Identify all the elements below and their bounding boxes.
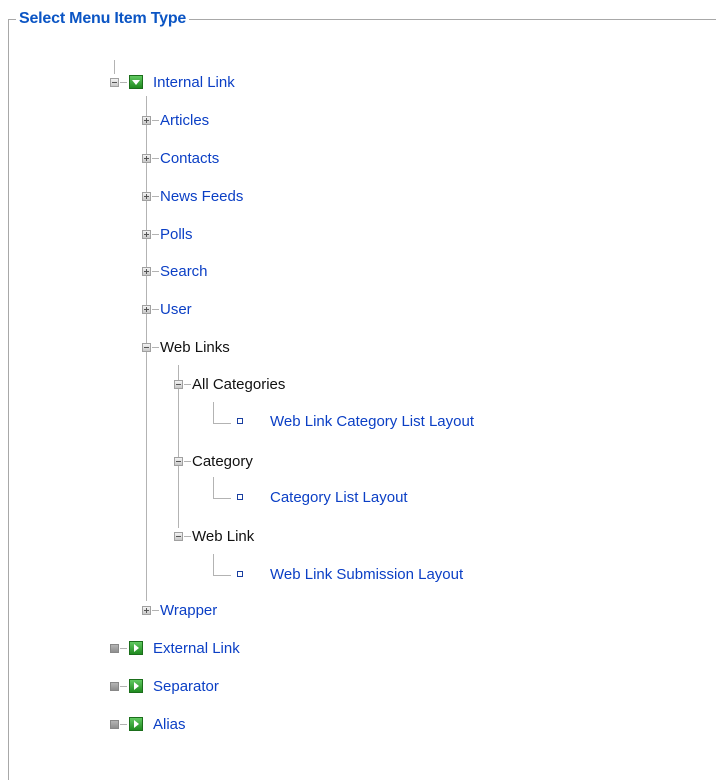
tree-connector [152, 195, 159, 197]
tree-node-all-categories[interactable]: All Categories [174, 373, 285, 395]
tree-node-web-links[interactable]: Web Links [142, 336, 230, 358]
tree-leaf-category-list-layout[interactable]: Category List Layout [237, 486, 408, 508]
expand-icon[interactable] [110, 681, 119, 691]
expand-icon[interactable] [142, 115, 151, 125]
tree-node-contacts[interactable]: Contacts [142, 147, 219, 169]
tree-label-news-feeds[interactable]: News Feeds [160, 188, 243, 205]
leaf-square-icon [237, 571, 243, 577]
tree-guide-line [213, 575, 231, 576]
tree-node-news-feeds[interactable]: News Feeds [142, 185, 243, 207]
tree-node-alias[interactable]: Alias [110, 713, 186, 735]
expand-icon[interactable] [110, 719, 119, 729]
expand-icon[interactable] [142, 153, 151, 163]
tree-node-web-link[interactable]: Web Link [174, 525, 254, 547]
tree-connector [184, 383, 191, 385]
expand-icon[interactable] [142, 605, 151, 615]
fieldset-legend: Select Menu Item Type [16, 8, 190, 30]
tree-label-external-link[interactable]: External Link [153, 640, 240, 657]
tree-label-category[interactable]: Category [192, 453, 253, 470]
tree-connector [152, 270, 159, 272]
expand-icon[interactable] [142, 304, 151, 314]
tree-node-external-link[interactable]: External Link [110, 637, 240, 659]
tree-node-separator[interactable]: Separator [110, 675, 219, 697]
tree-leaf-web-link-category-list-layout[interactable]: Web Link Category List Layout [237, 410, 474, 432]
tree-connector [152, 346, 159, 348]
expand-arrow-right-icon[interactable] [129, 679, 143, 693]
tree-node-user[interactable]: User [142, 298, 192, 320]
expand-arrow-right-icon[interactable] [129, 641, 143, 655]
tree-guide-line [213, 402, 214, 424]
collapse-icon[interactable] [174, 379, 183, 389]
tree-label-wrapper[interactable]: Wrapper [160, 602, 217, 619]
tree-label-search[interactable]: Search [160, 263, 208, 280]
tree-label-contacts[interactable]: Contacts [160, 150, 219, 167]
tree-guide-line [213, 477, 214, 499]
tree-connector [184, 535, 191, 537]
tree-node-internal-link[interactable]: Internal Link [110, 71, 235, 93]
tree-connector [152, 119, 159, 121]
leaf-square-icon [237, 418, 243, 424]
tree-connector [152, 308, 159, 310]
tree-connector [120, 81, 127, 83]
expand-icon[interactable] [142, 266, 151, 276]
expand-icon[interactable] [110, 643, 119, 653]
expand-arrow-down-icon[interactable] [129, 75, 143, 89]
tree-label-user[interactable]: User [160, 301, 192, 318]
tree-connector [120, 723, 127, 725]
expand-icon[interactable] [142, 191, 151, 201]
menu-type-fieldset [8, 19, 716, 780]
tree-label-web-links[interactable]: Web Links [160, 339, 230, 356]
collapse-icon[interactable] [174, 531, 183, 541]
collapse-icon[interactable] [142, 342, 151, 352]
tree-label-articles[interactable]: Articles [160, 112, 209, 129]
tree-node-wrapper[interactable]: Wrapper [142, 599, 217, 621]
tree-node-polls[interactable]: Polls [142, 223, 193, 245]
tree-connector [152, 609, 159, 611]
expand-arrow-right-icon[interactable] [129, 717, 143, 731]
tree-label-separator[interactable]: Separator [153, 678, 219, 695]
tree-guide-line [213, 554, 214, 576]
tree-connector [152, 233, 159, 235]
tree-guide-line [213, 423, 231, 424]
tree-connector [120, 685, 127, 687]
tree-node-category[interactable]: Category [174, 450, 253, 472]
tree-label-web-link-category-list-layout[interactable]: Web Link Category List Layout [270, 413, 474, 430]
tree-label-web-link[interactable]: Web Link [192, 528, 254, 545]
tree-label-internal-link[interactable]: Internal Link [153, 74, 235, 91]
tree-connector [184, 460, 191, 462]
tree-label-category-list-layout[interactable]: Category List Layout [270, 489, 408, 506]
leaf-square-icon [237, 494, 243, 500]
tree-leaf-web-link-submission-layout[interactable]: Web Link Submission Layout [237, 563, 463, 585]
tree-guide-line [213, 498, 231, 499]
tree-connector [152, 157, 159, 159]
collapse-icon[interactable] [174, 456, 183, 466]
tree-connector [120, 647, 127, 649]
collapse-icon[interactable] [110, 77, 119, 87]
tree-node-search[interactable]: Search [142, 260, 208, 282]
expand-icon[interactable] [142, 229, 151, 239]
tree-label-web-link-submission-layout[interactable]: Web Link Submission Layout [270, 566, 463, 583]
tree-node-articles[interactable]: Articles [142, 109, 209, 131]
tree-label-all-categories[interactable]: All Categories [192, 376, 285, 393]
tree-label-alias[interactable]: Alias [153, 716, 186, 733]
tree-label-polls[interactable]: Polls [160, 226, 193, 243]
